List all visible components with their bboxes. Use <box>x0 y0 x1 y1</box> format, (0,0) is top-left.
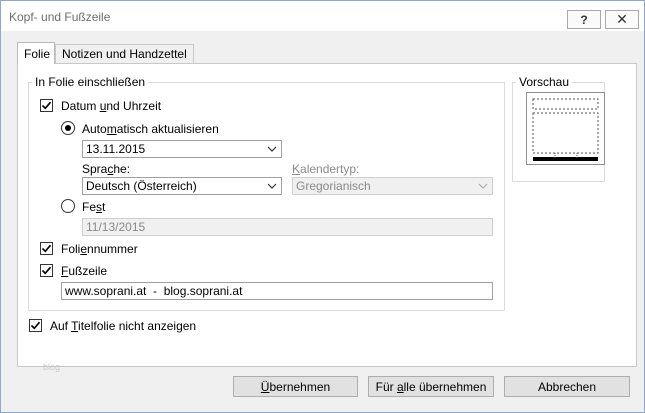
calendar-type-value: Gregorianisch <box>296 179 371 193</box>
fixed-date-label: Fest <box>82 200 106 214</box>
fixed-date-input: 11/13/2015 <box>82 218 493 236</box>
calendar-type-label: Kalendertyp: <box>292 162 360 176</box>
checkmark-icon <box>30 321 41 330</box>
footer-checkbox[interactable] <box>40 264 53 277</box>
language-label: Sprache: <box>82 162 131 176</box>
dialog-title: Kopf- und Fußzeile <box>9 10 111 24</box>
apply-button-label: Übernehmen <box>260 379 331 394</box>
dialog-window: Kopf- und Fußzeile ? ✕ Folie Notizen und… <box>0 0 645 413</box>
footer-text-value: www.soprani.at - blog.soprani.at <box>65 284 243 298</box>
fixed-date-radio[interactable] <box>61 199 75 213</box>
preview-legend: Vorschau <box>519 75 570 89</box>
title-bar: Kopf- und Fußzeile ? ✕ <box>1 1 644 31</box>
apply-all-button-label: Für alle übernehmen <box>375 379 487 394</box>
close-icon: ✕ <box>616 11 628 27</box>
cancel-button-label: Abbrechen <box>537 379 597 394</box>
checkmark-icon <box>41 244 52 253</box>
tab-folie-label: Folie <box>24 46 51 61</box>
help-icon: ? <box>580 12 588 27</box>
auto-update-label: Automatisch aktualisieren <box>82 122 219 136</box>
watermark-text: blog <box>43 362 61 372</box>
cancel-button[interactable]: Abbrechen <box>504 376 630 397</box>
tab-panel: In Folie einschließen Datum und Uhrzeit … <box>17 63 637 367</box>
apply-button[interactable]: Übernehmen <box>233 376 358 397</box>
date-format-value: 13.11.2015 <box>86 142 146 156</box>
checkmark-icon <box>41 266 52 275</box>
slide-number-checkbox[interactable] <box>40 242 53 255</box>
dont-show-title-checkbox[interactable] <box>29 319 42 332</box>
calendar-type-select: Gregorianisch <box>292 177 493 195</box>
close-button[interactable]: ✕ <box>605 10 639 29</box>
date-time-checkbox[interactable] <box>40 99 53 112</box>
slide-number-label: Foliennummer <box>61 242 138 256</box>
apply-all-button[interactable]: Für alle übernehmen <box>368 376 494 397</box>
language-value: Deutsch (Österreich) <box>86 179 197 193</box>
slide-layout-preview-icon <box>532 98 599 161</box>
fixed-date-value: 11/13/2015 <box>86 220 146 234</box>
tab-notizen-label: Notizen und Handzettel <box>62 47 187 61</box>
checkmark-icon <box>41 101 52 110</box>
footer-text-input[interactable]: www.soprani.at - blog.soprani.at <box>61 282 493 300</box>
dont-show-title-label: Auf Titelfolie nicht anzeigen <box>50 319 197 333</box>
help-button[interactable]: ? <box>567 10 601 29</box>
chevron-down-icon <box>263 141 281 157</box>
language-select[interactable]: Deutsch (Österreich) <box>82 177 282 195</box>
slide-preview <box>526 92 605 165</box>
tab-folie[interactable]: Folie <box>17 42 55 64</box>
chevron-down-icon <box>474 178 492 194</box>
include-group-legend: In Folie einschließen <box>35 75 146 89</box>
date-time-label: Datum und Uhrzeit <box>61 99 162 113</box>
chevron-down-icon <box>263 178 281 194</box>
tab-notizen-handzettel[interactable]: Notizen und Handzettel <box>55 44 194 63</box>
footer-label: Fußzeile <box>61 264 108 278</box>
auto-update-radio[interactable] <box>61 121 75 135</box>
date-format-select[interactable]: 13.11.2015 <box>82 140 282 158</box>
